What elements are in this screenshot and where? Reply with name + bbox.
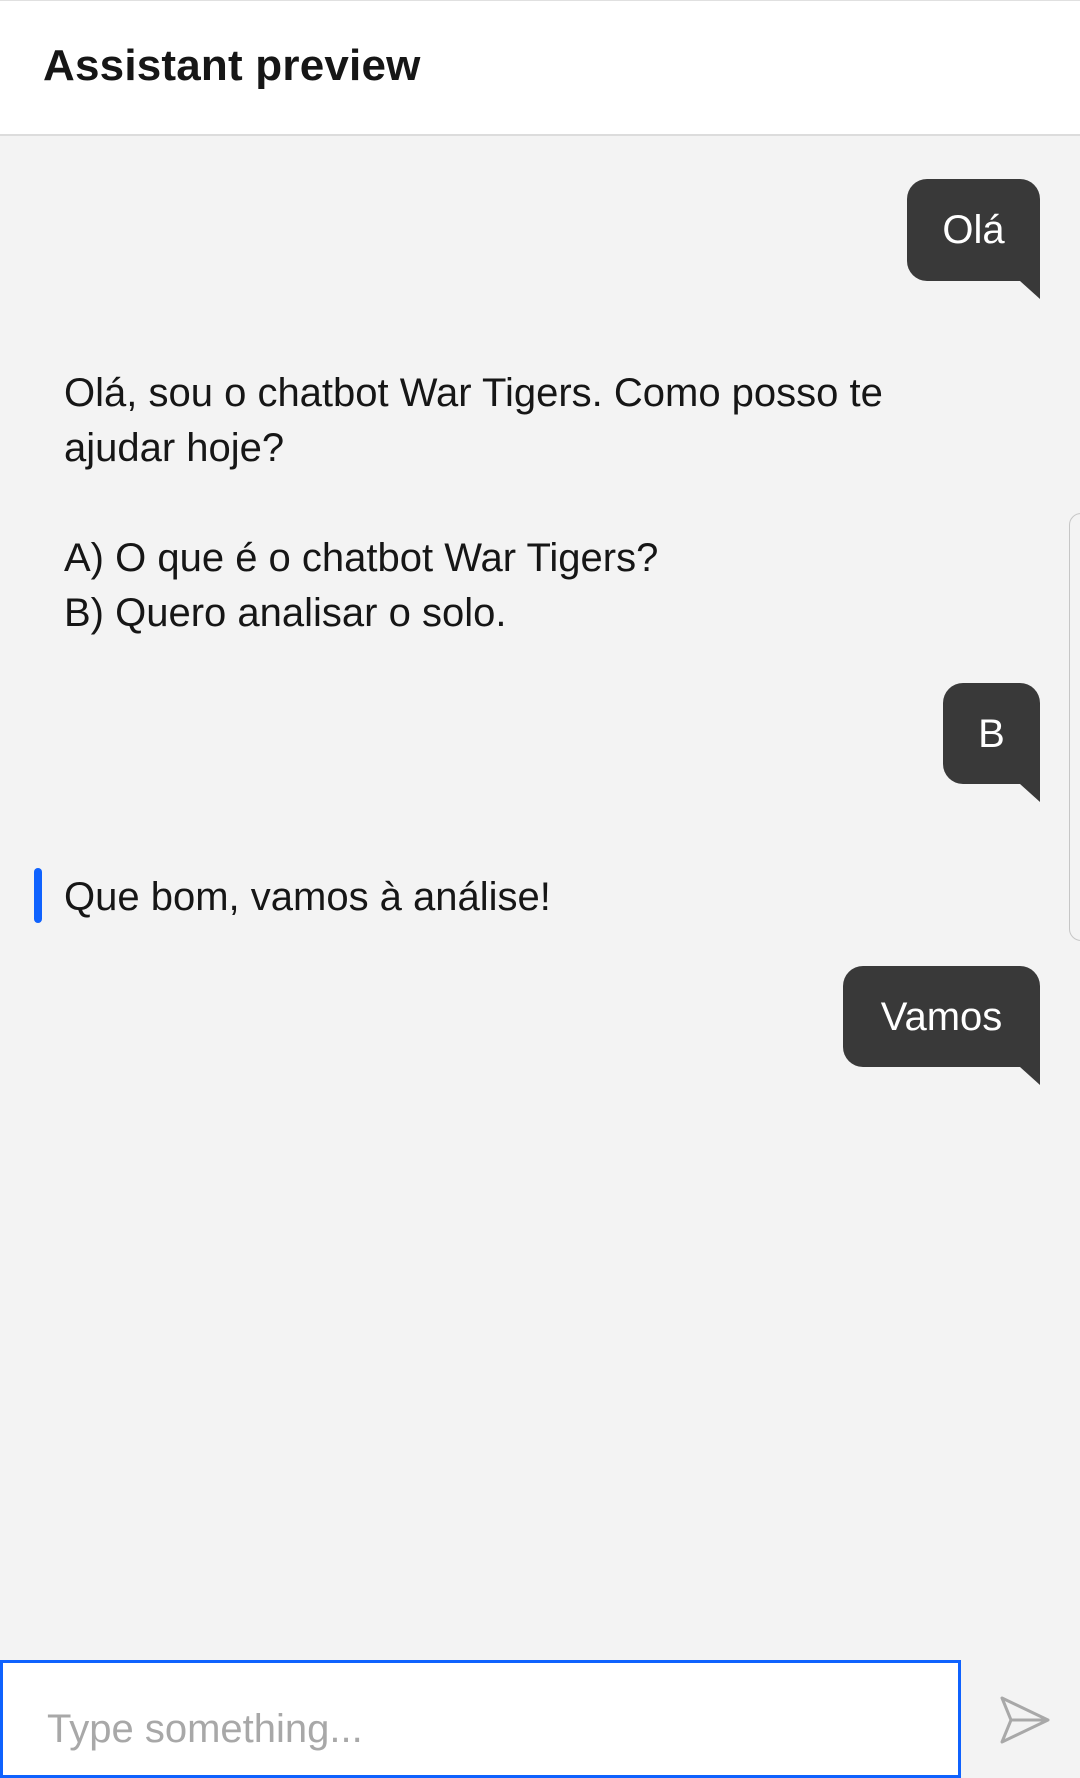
send-icon xyxy=(1000,1696,1050,1744)
user-message-text: Vamos xyxy=(880,994,1003,1039)
page-title: Assistant preview xyxy=(43,41,421,90)
message-input[interactable] xyxy=(3,1663,958,1775)
user-message-text: Olá xyxy=(942,208,1005,252)
side-panel-tab[interactable] xyxy=(1069,513,1080,941)
bot-message: Que bom, vamos à análise! xyxy=(64,875,551,919)
bubble-tail xyxy=(1020,1067,1040,1085)
header: Assistant preview xyxy=(0,0,1080,136)
bubble-tail xyxy=(1020,281,1040,299)
bubble-tail xyxy=(1020,784,1040,802)
assistant-preview-app: Assistant preview Olá Olá, sou o chatbot… xyxy=(0,0,1080,1778)
send-button[interactable] xyxy=(990,1690,1060,1750)
user-message-bubble: Olá xyxy=(907,179,1040,299)
message-input-container xyxy=(0,1660,961,1778)
user-message-bubble: Vamos xyxy=(843,966,1040,1085)
bot-message: Olá, sou o chatbot War Tigers. Como poss… xyxy=(64,371,883,635)
message-focus-indicator xyxy=(34,868,42,923)
user-message-text: B xyxy=(978,711,1005,756)
user-message-bubble: B xyxy=(943,683,1040,802)
